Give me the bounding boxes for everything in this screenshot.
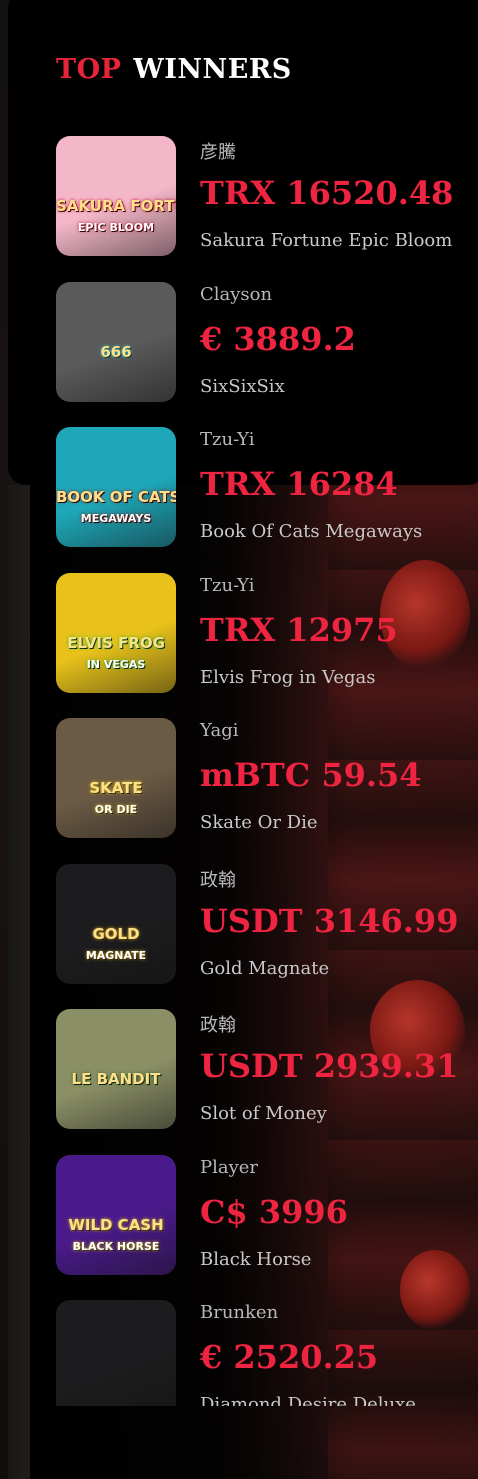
winner-item[interactable]: Brunken € 2520.25 Diamond Desire Deluxe [56,1300,466,1406]
winner-item[interactable]: SAKURA FORTUNE EPIC BLOOM 彦騰 TRX 16520.48 Sa… [56,136,466,261]
game-thumbnail[interactable]: GOLD MAGNATE [56,864,176,984]
winner-game-name[interactable]: SixSixSix [200,376,285,397]
winner-player-name: 政翰 [200,870,236,891]
left-edge-strip [8,485,30,1479]
winner-amount: TRX 12975 [200,611,398,649]
winner-item[interactable]: GOLD MAGNATE 政翰 USDT 3146.99 Gold Magnate [56,864,466,989]
winners-list[interactable]: SAKURA FORTUNE EPIC BLOOM 彦騰 TRX 16520.48 Sa… [56,136,466,1406]
widget-title-winners: WINNERS [133,54,292,85]
thumbnail-title: WILD CASH [68,1216,164,1234]
winner-item[interactable]: 666 Clayson € 3889.2 SixSixSix [56,282,466,407]
winner-item[interactable]: ELVIS FROG IN VEGAS Tzu-Yi TRX 12975 Elvis F… [56,573,466,698]
winner-player-name: Clayson [200,284,273,305]
winner-player-name: Tzu-Yi [200,429,255,450]
winner-item[interactable]: LE BANDIT 政翰 USDT 2939.31 Slot of Money [56,1009,466,1134]
winner-game-name[interactable]: Slot of Money [200,1103,327,1124]
thumbnail-title: BOOK OF CATS [56,488,176,506]
winner-amount: C$ 3996 [200,1193,348,1231]
thumbnail-title: 666 [100,343,132,361]
winner-game-name[interactable]: Gold Magnate [200,958,329,979]
game-thumbnail[interactable]: LE BANDIT [56,1009,176,1129]
winner-amount: USDT 3146.99 [200,902,459,940]
game-thumbnail[interactable]: 666 [56,282,176,402]
winner-game-name[interactable]: Elvis Frog in Vegas [200,667,376,688]
thumbnail-title: LE BANDIT [71,1070,161,1088]
widget-title: TOP WINNERS [56,54,292,85]
game-thumbnail[interactable]: SKATE OR DIE [56,718,176,838]
thumbnail-subtitle: EPIC BLOOM [77,221,155,234]
winner-player-name: Brunken [200,1302,279,1323]
winner-amount: € 3889.2 [200,320,356,358]
thumbnail-subtitle: OR DIE [94,803,138,816]
winner-amount: USDT 2939.31 [200,1047,459,1085]
winner-game-name[interactable]: Diamond Desire Deluxe [200,1394,416,1406]
thumbnail-title: SKATE [89,779,143,797]
winner-amount: TRX 16284 [200,465,398,503]
game-thumbnail[interactable]: SAKURA FORTUNE EPIC BLOOM [56,136,176,256]
winner-item[interactable]: BOOK OF CATS MEGAWAYS Tzu-Yi TRX 16284 Book … [56,427,466,552]
winner-player-name: Player [200,1157,259,1178]
winner-player-name: 政翰 [200,1015,236,1036]
winner-game-name[interactable]: Skate Or Die [200,812,318,833]
thumbnail-title: SAKURA FORTUNE [56,197,176,215]
widget-title-top: TOP [56,54,122,85]
winner-amount: € 2520.25 [200,1338,379,1376]
thumbnail-subtitle: IN VEGAS [86,658,146,671]
winner-game-name[interactable]: Sakura Fortune Epic Bloom [200,230,452,251]
winner-amount: mBTC 59.54 [200,756,422,794]
thumbnail-subtitle: MEGAWAYS [80,512,152,525]
winner-player-name: 彦騰 [200,142,236,163]
thumbnail-subtitle: MAGNATE [85,949,147,962]
winner-item[interactable]: SKATE OR DIE Yagi mBTC 59.54 Skate Or Die [56,718,466,843]
thumbnail-title: ELVIS FROG [67,634,165,652]
game-thumbnail[interactable] [56,1300,176,1406]
winner-game-name[interactable]: Black Horse [200,1249,311,1270]
game-thumbnail[interactable]: BOOK OF CATS MEGAWAYS [56,427,176,547]
game-thumbnail[interactable]: ELVIS FROG IN VEGAS [56,573,176,693]
winner-item[interactable]: WILD CASH BLACK HORSE Player C$ 3996 Black H… [56,1155,466,1280]
winner-player-name: Yagi [200,720,239,741]
game-thumbnail[interactable]: WILD CASH BLACK HORSE [56,1155,176,1275]
thumbnail-title: GOLD [92,925,140,943]
thumbnail-subtitle: BLACK HORSE [72,1240,160,1253]
winner-player-name: Tzu-Yi [200,575,255,596]
winner-game-name[interactable]: Book Of Cats Megaways [200,521,422,542]
winner-amount: TRX 16520.48 [200,174,454,212]
